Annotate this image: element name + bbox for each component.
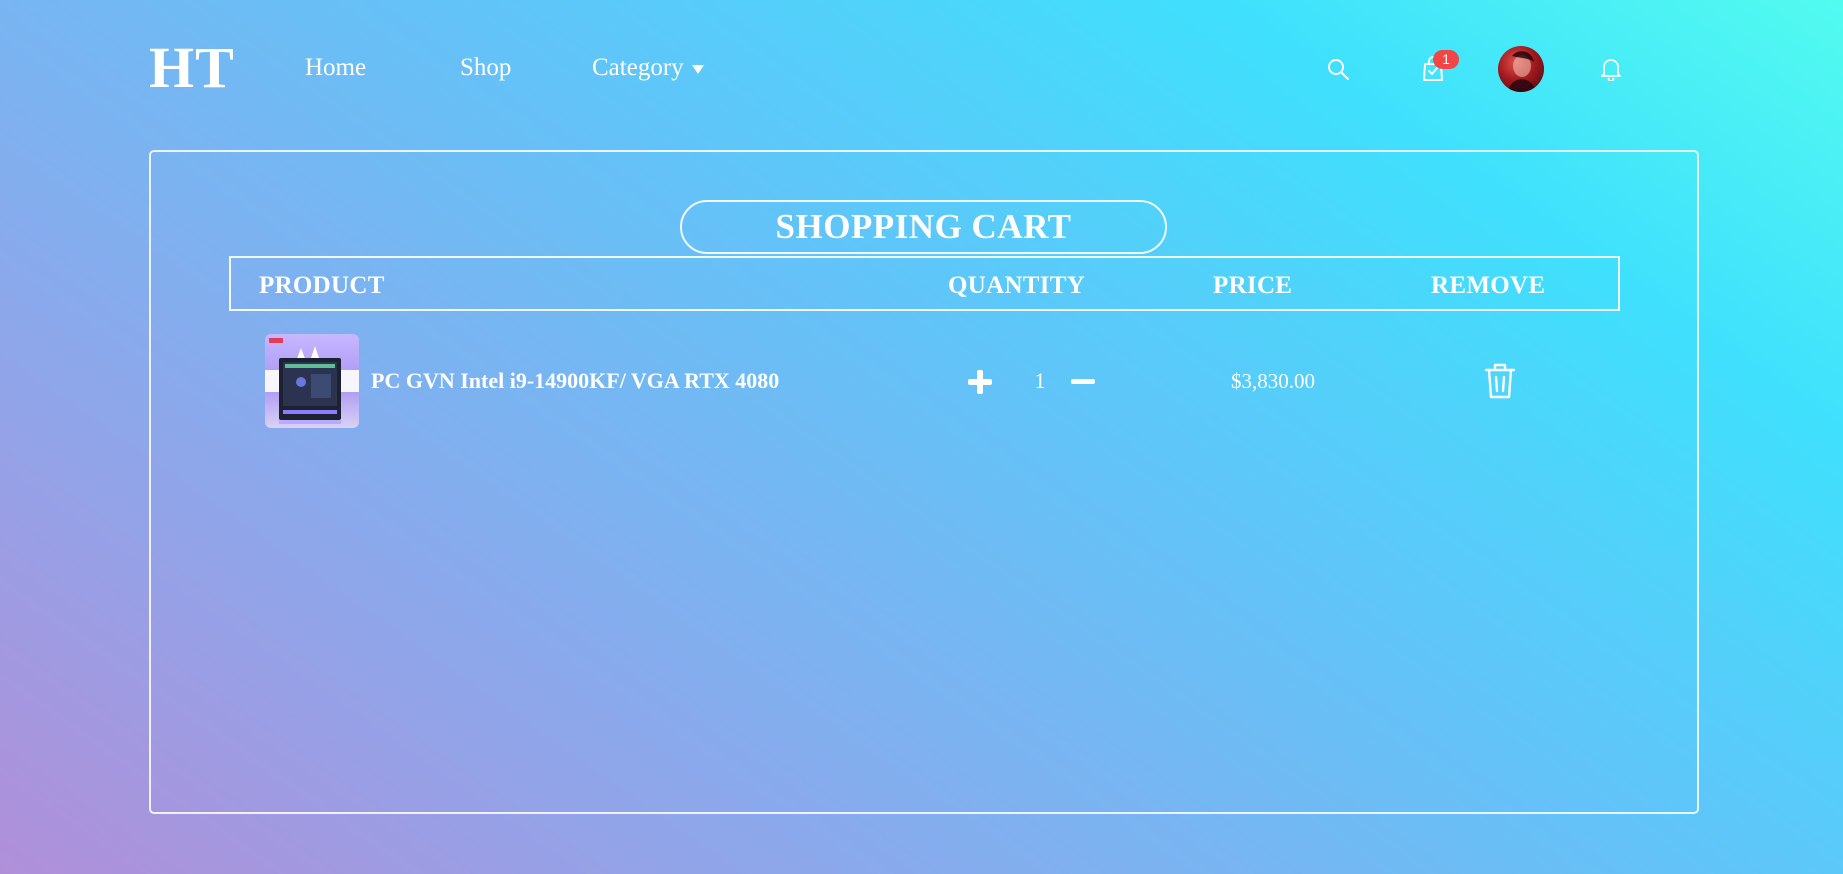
trash-icon [1484, 363, 1516, 399]
nav-category-label: Category [592, 54, 684, 81]
nav-home-link[interactable]: Home [305, 52, 366, 84]
increase-quantity-button[interactable] [966, 368, 994, 396]
product-image[interactable] [265, 334, 359, 428]
site-logo[interactable]: HT [149, 36, 235, 100]
remove-item-button[interactable] [1483, 362, 1517, 400]
nav-shop-link[interactable]: Shop [460, 52, 511, 84]
bell-icon[interactable] [1598, 55, 1624, 83]
cart-count-badge: 1 [1433, 50, 1459, 69]
plus-icon [968, 370, 992, 394]
minus-icon [1071, 379, 1095, 384]
column-header-product: PRODUCT [259, 272, 385, 299]
product-name[interactable]: PC GVN Intel i9-14900KF/ VGA RTX 4080 [371, 366, 779, 396]
item-price: $3,830.00 [1231, 369, 1315, 393]
column-header-quantity: QUANTITY [948, 272, 1086, 299]
user-avatar[interactable] [1498, 46, 1544, 92]
column-header-price: PRICE [1213, 272, 1293, 299]
search-icon[interactable] [1325, 56, 1351, 82]
decrease-quantity-button[interactable] [1069, 368, 1097, 396]
column-header-remove: REMOVE [1431, 272, 1546, 299]
caret-down-icon [691, 64, 704, 74]
table-row: PC GVN Intel i9-14900KF/ VGA RTX 4080 1 … [229, 330, 1620, 432]
nav-category-dropdown[interactable]: Category [592, 52, 704, 84]
quantity-value: 1 [1034, 368, 1046, 393]
top-navbar: HT Home Shop Category 1 [0, 0, 1843, 138]
cart-table-header: PRODUCT QUANTITY PRICE REMOVE [229, 256, 1620, 311]
page-title: SHOPPING CART [680, 200, 1167, 255]
